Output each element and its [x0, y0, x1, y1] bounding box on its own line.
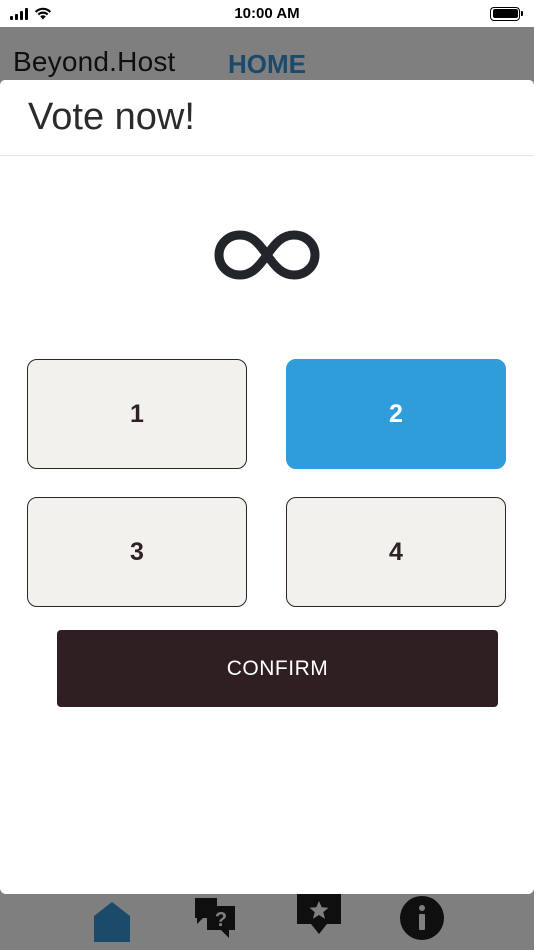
modal-header: Vote now!: [0, 80, 534, 156]
status-indicators: [10, 7, 52, 20]
clock: 10:00 AM: [234, 5, 300, 22]
home-icon: [93, 902, 130, 942]
screen: 10:00 AM Beyond.Host HOME ? Vote now! 1 …: [0, 0, 534, 950]
vote-option-2[interactable]: 2: [286, 359, 506, 469]
tab-bar: ?: [0, 894, 534, 950]
nav-home-link: HOME: [228, 49, 306, 79]
modal-title: Vote now!: [28, 96, 195, 138]
cellular-signal-icon: [10, 7, 28, 20]
vote-modal: Vote now! 1 2 3 4 CONFIRM: [0, 80, 534, 894]
confirm-button[interactable]: CONFIRM: [57, 630, 498, 707]
vote-option-3[interactable]: 3: [27, 497, 247, 607]
background-header: Beyond.Host HOME: [0, 27, 534, 87]
symbol-container: [0, 225, 534, 285]
battery-icon: [490, 6, 523, 21]
wifi-icon: [34, 7, 52, 20]
vote-option-1[interactable]: 1: [27, 359, 247, 469]
star-chat-icon: [296, 894, 341, 934]
status-bar: 10:00 AM: [0, 0, 534, 27]
question-chat-icon: ?: [195, 898, 236, 938]
infinity-icon: [214, 230, 320, 280]
vote-option-4[interactable]: 4: [286, 497, 506, 607]
brand-logo: Beyond.Host: [13, 46, 176, 77]
svg-text:?: ?: [215, 909, 227, 931]
info-icon: [400, 896, 445, 940]
